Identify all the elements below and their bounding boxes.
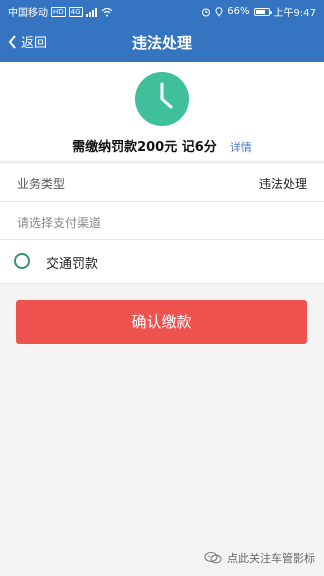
network-badge-icon: 4G [68, 6, 83, 17]
fine-line: 需缴纳罚款200元 记6分 详情 [0, 136, 324, 155]
battery-percent-text: 66% [227, 6, 250, 17]
business-type-row: 业务类型 违法处理 [0, 162, 324, 202]
payment-option-label[interactable]: 交通罚款 [46, 253, 98, 272]
page-title: 违法处理 [131, 34, 192, 52]
details-link[interactable]: 详情 [230, 141, 252, 154]
time-text: 上午9:47 [273, 8, 316, 19]
confirm-payment-button[interactable]: 确认缴款 [16, 300, 307, 344]
watermark: 点此关注车管影标 [204, 550, 315, 566]
wechat-icon [204, 552, 222, 564]
status-left: 中国移动 HD 4G [8, 4, 113, 19]
fine-text: 需缴纳罚款200元 记6分 [72, 140, 217, 155]
header: 返回 违法处理 [0, 22, 324, 62]
payment-option-row[interactable]: 交通罚款 [0, 240, 324, 284]
location-icon [215, 6, 223, 17]
status-bar: 中国移动 HD 4G 66% 上午9:47 [0, 0, 324, 22]
watermark-text: 点此关注车管影标 [227, 552, 315, 565]
alarm-icon [202, 8, 211, 16]
payment-channel-row: 请选择支付渠道 [0, 202, 324, 240]
business-type-label: 业务类型 [17, 177, 66, 191]
fine-summary-card: 需缴纳罚款200元 记6分 详情 [0, 62, 324, 160]
wifi-icon [101, 7, 112, 16]
carrier-text: 中国移动 [8, 8, 48, 19]
payment-channel-hint: 请选择支付渠道 [17, 216, 102, 230]
signal-icon [85, 7, 97, 17]
business-type-value: 违法处理 [258, 177, 307, 191]
battery-fill [255, 9, 265, 14]
radio-button-icon[interactable] [14, 253, 30, 269]
status-right: 66% 上午9:47 [201, 4, 316, 19]
hd-badge-icon: HD [51, 6, 66, 17]
battery-icon [253, 7, 272, 16]
clock-icon [135, 72, 189, 126]
